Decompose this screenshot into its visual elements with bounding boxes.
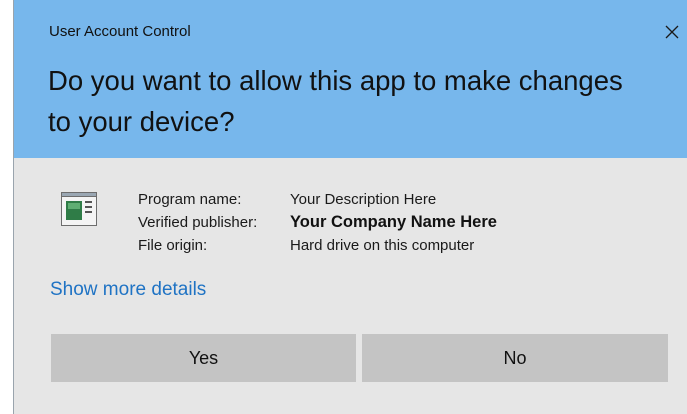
program-name-row: Program name: Your Description Here [138, 188, 497, 211]
application-window-icon [61, 192, 97, 231]
uac-dialog: User Account Control Do you want to allo… [13, 0, 687, 414]
dialog-header: User Account Control Do you want to allo… [14, 0, 687, 158]
publisher-value: Your Company Name Here [290, 213, 497, 231]
no-button[interactable]: No [362, 334, 668, 382]
publisher-label: Verified publisher: [138, 214, 258, 231]
yes-button[interactable]: Yes [51, 334, 356, 382]
file-origin-label: File origin: [138, 237, 208, 254]
publisher-row: Verified publisher: Your Company Name He… [138, 211, 497, 234]
close-button[interactable] [657, 14, 687, 50]
window-title: User Account Control [49, 23, 191, 40]
show-more-details-link[interactable]: Show more details [50, 279, 206, 301]
program-name-label: Program name: [138, 191, 242, 208]
dialog-question: Do you want to allow this app to make ch… [48, 65, 623, 137]
file-origin-row: File origin: Hard drive on this computer [138, 234, 497, 257]
close-icon [665, 25, 679, 39]
program-info: Program name: Your Description Here Veri… [138, 188, 497, 257]
program-name-value: Your Description Here [290, 191, 437, 208]
file-origin-value: Hard drive on this computer [290, 237, 475, 254]
